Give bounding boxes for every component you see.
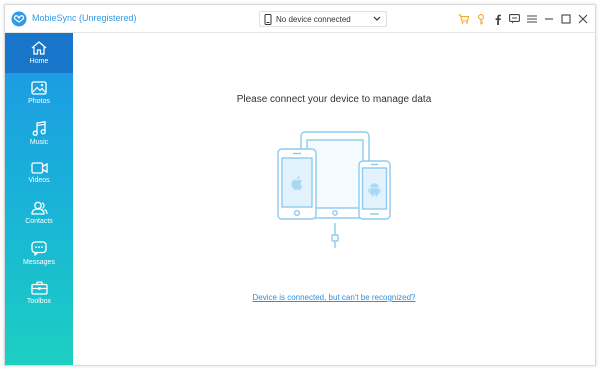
sidebar-item-label: Messages <box>23 258 55 266</box>
sidebar-item-label: Toolbox <box>26 298 52 305</box>
maximize-icon[interactable] <box>557 11 574 27</box>
minimize-icon[interactable] <box>540 11 557 27</box>
title-bar: MobieSync (Unregistered) No device conne… <box>5 5 595 33</box>
sidebar-item-home[interactable]: Home <box>5 33 73 73</box>
cart-icon[interactable] <box>455 11 472 27</box>
contacts-icon <box>30 201 48 215</box>
sidebar-item-label: Home <box>29 58 49 65</box>
videos-icon <box>30 162 48 174</box>
photos-icon <box>31 81 47 95</box>
sidebar-item-label: Contacts <box>25 218 53 225</box>
device-selector-value: No device connected <box>276 15 351 24</box>
app-logo-icon <box>11 11 27 27</box>
phone-icon <box>264 14 272 25</box>
menu-icon[interactable] <box>523 11 540 27</box>
connect-prompt: Please connect your device to manage dat… <box>236 94 432 105</box>
sidebar-item-label: Videos <box>28 177 50 184</box>
window-toolbar <box>455 11 591 27</box>
sidebar-item-label: Photos <box>28 98 50 105</box>
app-window: MobieSync (Unregistered) No device conne… <box>4 4 596 366</box>
key-icon[interactable] <box>472 11 489 27</box>
close-icon[interactable] <box>574 11 591 27</box>
device-selector[interactable]: No device connected <box>259 11 387 27</box>
sidebar-item-toolbox[interactable]: Toolbox <box>5 273 73 313</box>
sidebar: Home Photos Music Videos Contacts Messag… <box>5 33 73 365</box>
sidebar-item-photos[interactable]: Photos <box>5 73 73 113</box>
chevron-down-icon <box>373 16 381 21</box>
sidebar-item-label: Music <box>29 138 49 146</box>
sidebar-item-music[interactable]: Music <box>5 113 73 153</box>
home-icon <box>31 41 47 55</box>
music-icon <box>32 120 46 136</box>
device-not-recognized-link[interactable]: Device is connected, but can't be recogn… <box>73 293 595 302</box>
sidebar-item-contacts[interactable]: Contacts <box>5 193 73 233</box>
sidebar-item-messages[interactable]: Messages <box>5 233 73 273</box>
main-content: Please connect your device to manage dat… <box>73 33 595 365</box>
facebook-icon[interactable] <box>489 11 506 27</box>
sidebar-item-videos[interactable]: Videos <box>5 153 73 193</box>
app-title: MobieSync (Unregistered) <box>32 13 137 23</box>
feedback-icon[interactable] <box>506 11 523 27</box>
devices-illustration <box>277 131 391 248</box>
toolbox-icon <box>30 281 48 295</box>
messages-icon <box>31 240 47 256</box>
